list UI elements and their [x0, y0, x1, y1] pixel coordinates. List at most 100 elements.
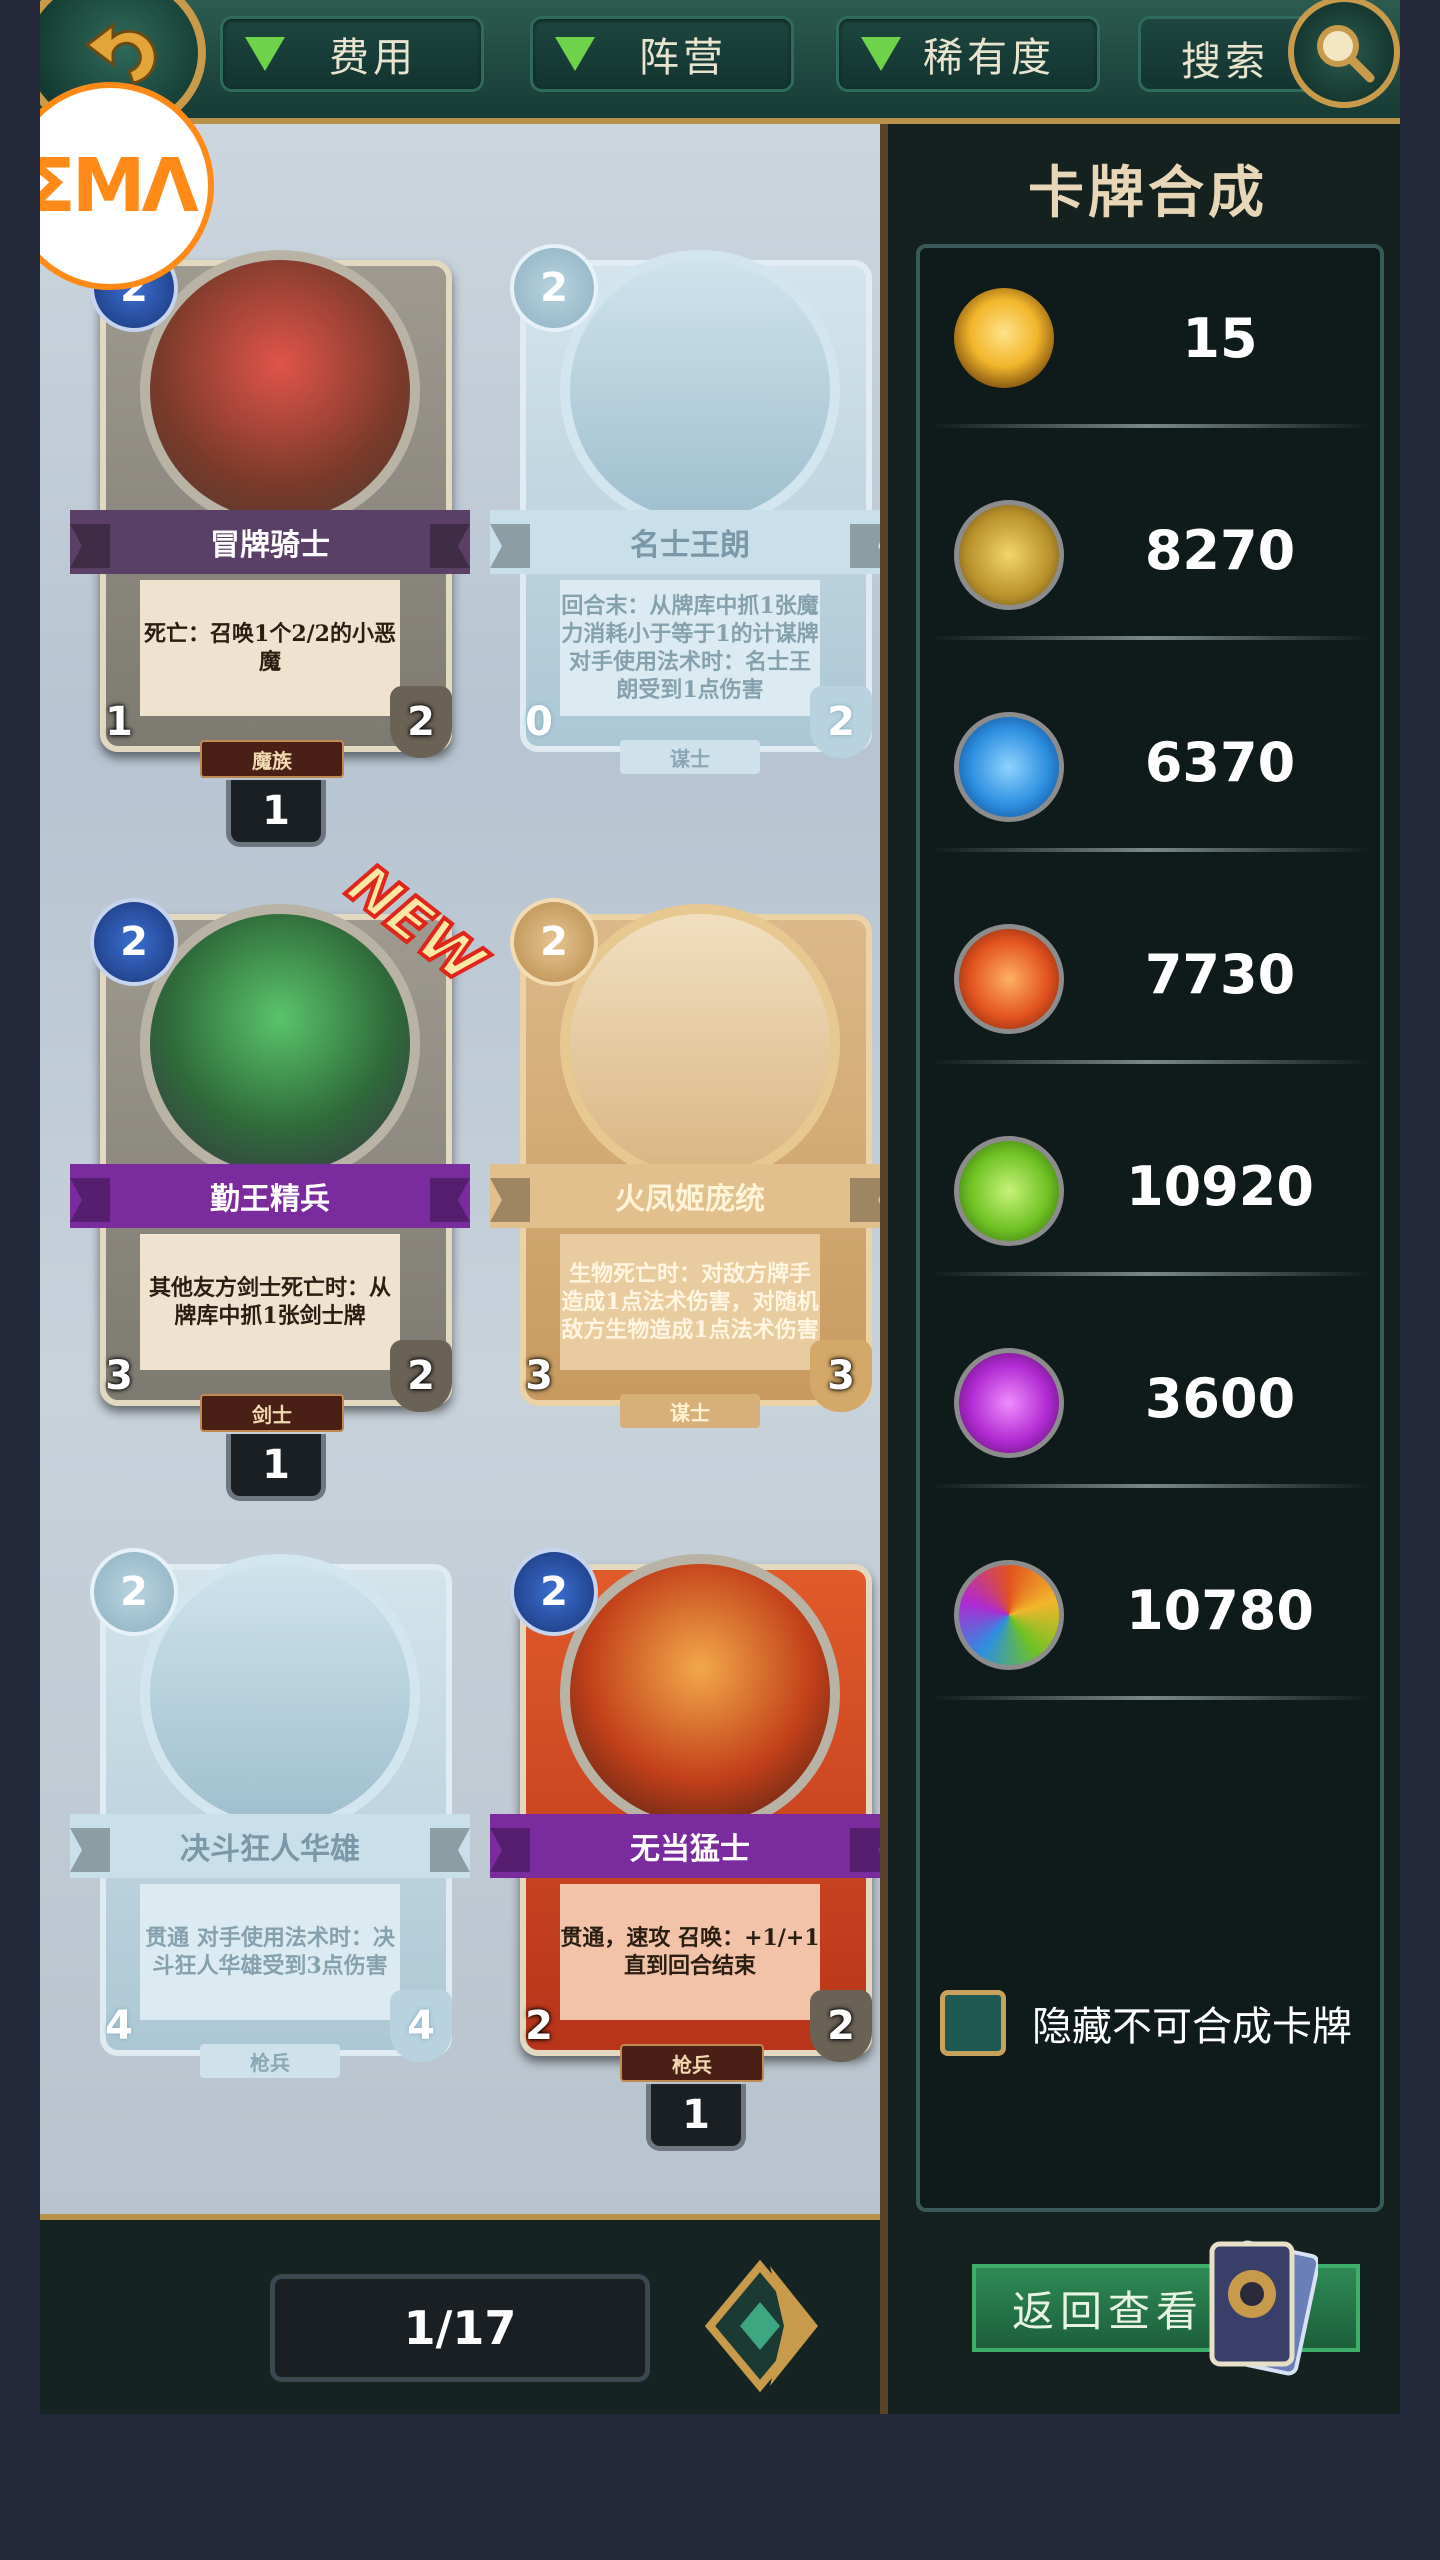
magnifier-icon[interactable]: [1288, 0, 1400, 108]
attack-stat: 3: [105, 1353, 133, 1399]
cost-filter-button[interactable]: 费用: [220, 16, 484, 92]
card-name: 名士王朗: [630, 528, 750, 563]
faction-filter-button[interactable]: 阵营: [530, 16, 794, 92]
rarity-filter-label: 稀有度: [923, 35, 1055, 81]
card-count: 1: [226, 780, 326, 847]
hide-uncraftable-checkbox[interactable]: [940, 1990, 1006, 2056]
card-item[interactable]: 2 冒牌骑士 死亡：召唤1个2/2的小恶魔 1 2 魔族 1: [70, 220, 470, 847]
leaf-swirl-icon: [954, 1136, 1064, 1246]
mana-cost: 2: [120, 1569, 148, 1615]
card-name-ribbon: 名士王朗: [490, 510, 890, 574]
health-stat: 2: [390, 1340, 452, 1412]
search-label: 搜索: [1181, 39, 1269, 85]
resource-value: 3600: [1144, 1366, 1296, 1430]
card-portrait: [560, 250, 840, 530]
card-count: 1: [226, 1434, 326, 1501]
dropdown-triangle-icon: [245, 37, 285, 71]
hide-uncraftable-label: 隐藏不可合成卡牌: [1032, 2004, 1352, 2050]
resource-row: 10920: [920, 1096, 1380, 1276]
attack-stat: 2: [525, 2003, 553, 2049]
hide-uncraftable-option[interactable]: 隐藏不可合成卡牌: [940, 1988, 1380, 2058]
health-stat: 2: [810, 1990, 872, 2062]
mana-cost-icon: 2: [90, 1548, 178, 1636]
gold-crystal-icon: [954, 288, 1054, 388]
card-description: 死亡：召唤1个2/2的小恶魔: [140, 580, 400, 716]
resource-row: 7730: [920, 884, 1380, 1064]
fire-swirl-icon: [954, 924, 1064, 1034]
faction-label: 魔族: [200, 740, 344, 778]
faction-label: 枪兵: [620, 2044, 764, 2082]
divider: [930, 424, 1370, 428]
attack-stat: 0: [525, 699, 553, 745]
faction-label: 剑士: [200, 1394, 344, 1432]
card-name: 火凤姬庞统: [615, 1182, 765, 1217]
card-item[interactable]: 2 NEW 勤王精兵 其他友方剑士死亡时：从牌库中抓1张剑士牌 3 2 剑士 1: [70, 848, 499, 1501]
card-portrait: [140, 904, 420, 1184]
divider: [930, 1060, 1370, 1064]
faction-label: 谋士: [620, 1394, 760, 1428]
resource-row: 10780: [920, 1520, 1380, 1700]
rainbow-swirl-icon: [954, 1560, 1064, 1670]
divider: [930, 1272, 1370, 1276]
resource-row: 6370: [920, 672, 1380, 852]
card-portrait: [140, 1554, 420, 1834]
water-swirl-icon: [954, 712, 1064, 822]
card-item[interactable]: 2 决斗狂人华雄 贯通 对手使用法术时：决斗狂人华雄受到3点伤害 4 4 枪兵: [70, 1524, 470, 2084]
rarity-filter-button[interactable]: 稀有度: [836, 16, 1100, 92]
resource-row: 3600: [920, 1308, 1380, 1488]
resource-value: 6370: [1144, 730, 1296, 794]
card-description: 贯通，速攻 召唤：+1/+1直到回合结束: [560, 1884, 820, 2020]
card-deck-icon[interactable]: [1198, 2234, 1318, 2384]
mana-cost: 2: [540, 265, 568, 311]
divider: [930, 1484, 1370, 1488]
card-name-ribbon: 决斗狂人华雄: [70, 1814, 470, 1878]
top-bar: 费用 阵营 稀有度 搜索: [40, 0, 1400, 136]
attack-stat: 3: [525, 1353, 553, 1399]
card-count: 1: [646, 2084, 746, 2151]
card-item[interactable]: 2 名士王朗 回合末：从牌库中抓1张魔力消耗小于等于1的计谋牌 对手使用法术时：…: [490, 220, 890, 780]
card-item[interactable]: 2 火凤姬庞统 生物死亡时：对敌方牌手造成1点法术伤害，对随机敌方生物造成1点法…: [490, 874, 890, 1434]
card-grid: 2 冒牌骑士 死亡：召唤1个2/2的小恶魔 1 2 魔族 1 2 名士王朗 回合…: [40, 124, 890, 2214]
synthesis-panel: 卡牌合成 15 8270 6370 7730 10920 3600 10780 …: [880, 124, 1400, 2414]
mana-cost-icon: 2: [90, 898, 178, 986]
card-portrait: [560, 1554, 840, 1834]
faction-label: 谋士: [620, 740, 760, 774]
collection-screen: 费用 阵营 稀有度 搜索 2 冒牌骑士 死亡：召唤1个2/2的小恶魔 1 2 魔…: [40, 0, 1400, 2414]
resource-list: 15 8270 6370 7730 10920 3600 10780 隐藏不可合…: [916, 244, 1384, 2212]
card-name-ribbon: 勤王精兵: [70, 1164, 470, 1228]
resource-value: 15: [1182, 306, 1258, 370]
card-item[interactable]: 2 无当猛士 贯通，速攻 召唤：+1/+1直到回合结束 2 2 枪兵 1: [490, 1524, 890, 2151]
compass-emblem-icon: [954, 500, 1064, 610]
cost-filter-label: 费用: [329, 35, 417, 81]
pager-bar: 1/17: [40, 2214, 880, 2414]
divider: [930, 636, 1370, 640]
card-name: 决斗狂人华雄: [180, 1832, 360, 1867]
next-page-arrow-icon[interactable]: [700, 2256, 820, 2396]
faction-filter-label: 阵营: [639, 35, 727, 81]
resource-value: 8270: [1144, 518, 1296, 582]
card-name: 冒牌骑士: [210, 528, 330, 563]
card-name: 无当猛士: [630, 1832, 750, 1867]
dropdown-triangle-icon: [861, 37, 901, 71]
return-view-label: 返回查看: [1012, 2286, 1205, 2336]
faction-label: 枪兵: [200, 2044, 340, 2078]
card-description: 生物死亡时：对敌方牌手造成1点法术伤害，对随机敌方生物造成1点法术伤害: [560, 1234, 820, 1370]
purple-orb-icon: [954, 1348, 1064, 1458]
card-description: 贯通 对手使用法术时：决斗狂人华雄受到3点伤害: [140, 1884, 400, 2020]
divider: [930, 848, 1370, 852]
attack-stat: 4: [105, 2003, 133, 2049]
resource-row: 8270: [920, 460, 1380, 640]
mana-cost-icon: 2: [510, 244, 598, 332]
mana-cost-icon: 2: [510, 1548, 598, 1636]
synthesis-title: 卡牌合成: [1028, 160, 1268, 226]
resource-value: 10920: [1126, 1154, 1314, 1218]
card-description: 其他友方剑士死亡时：从牌库中抓1张剑士牌: [140, 1234, 400, 1370]
attack-stat: 1: [105, 699, 133, 745]
card-name: 勤王精兵: [210, 1182, 330, 1217]
card-description: 回合末：从牌库中抓1张魔力消耗小于等于1的计谋牌 对手使用法术时：名士王朗受到1…: [560, 580, 820, 716]
health-stat: 2: [810, 686, 872, 758]
card-name-ribbon: 无当猛士: [490, 1814, 890, 1878]
health-stat: 3: [810, 1340, 872, 1412]
dropdown-triangle-icon: [555, 37, 595, 71]
mana-cost: 2: [540, 919, 568, 965]
